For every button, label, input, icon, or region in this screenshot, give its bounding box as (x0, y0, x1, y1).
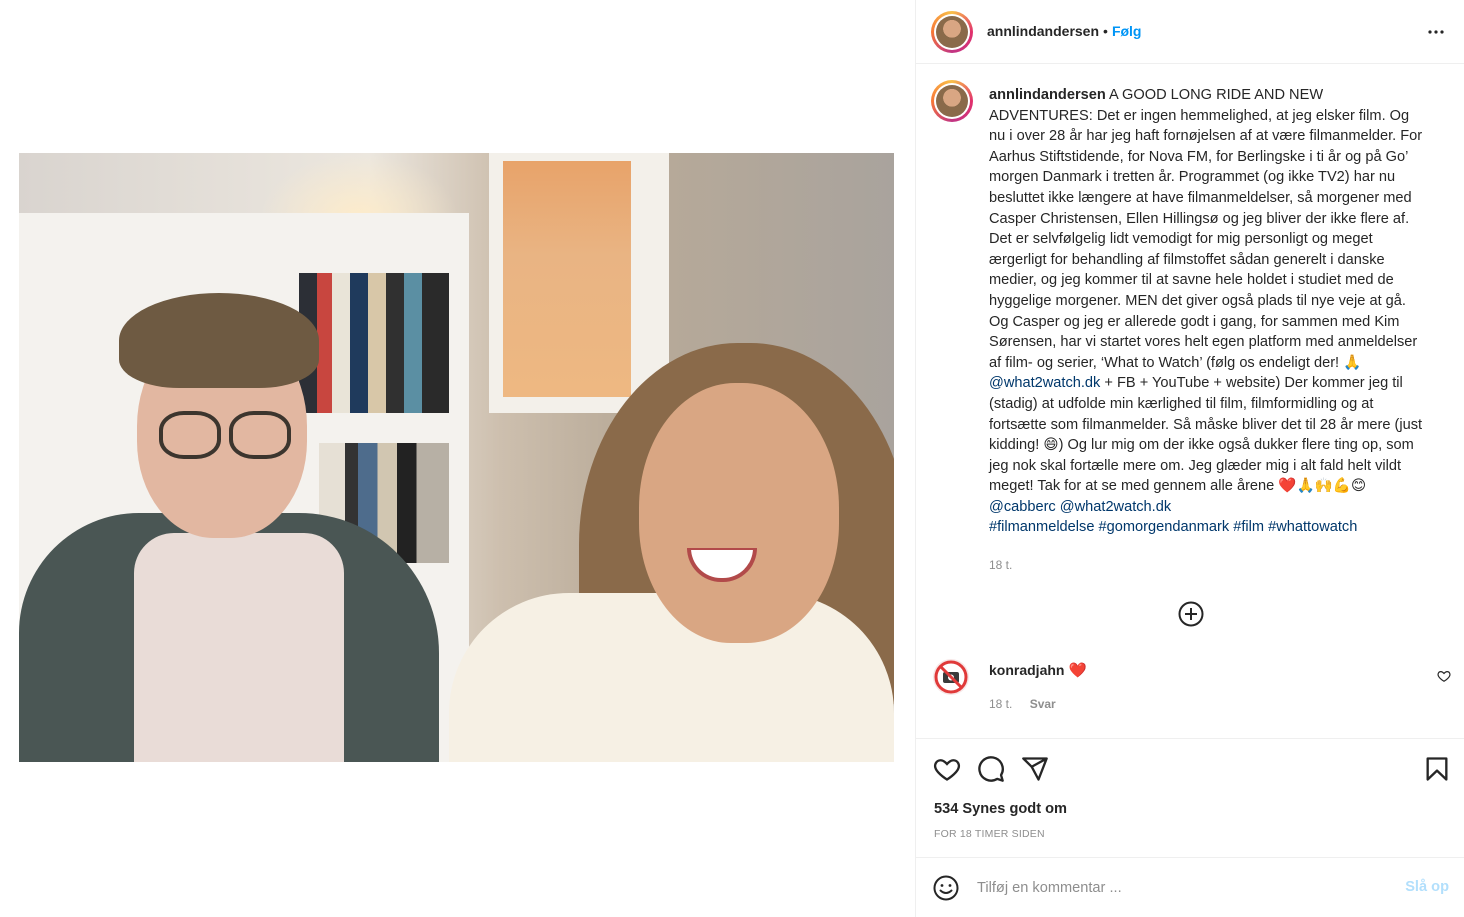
more-options-icon[interactable] (1427, 22, 1445, 42)
comment-meta: 18 t. Svar (989, 697, 1070, 711)
post-actions: 534 Synes godt om FOR 18 TIMER SIDEN (916, 738, 1464, 858)
caption-paragraph-1: Det er ingen hemmelighed, at jeg elsker … (989, 107, 1423, 371)
smiley-icon[interactable] (933, 875, 959, 901)
commenter-avatar[interactable] (933, 659, 969, 695)
caption-area: annlindandersen A GOOD LONG RIDE AND NEW… (916, 65, 1464, 738)
photo-man-tshirt (134, 533, 344, 762)
hashtag-link[interactable]: #filmanmeldelse (989, 519, 1094, 535)
commenter-username[interactable]: konradjahn (989, 662, 1064, 678)
photo-man-glasses-left (159, 411, 221, 459)
photo-poster (489, 153, 669, 413)
photo-books (299, 273, 449, 413)
comment-time: 18 t. (989, 697, 1013, 711)
author-avatar[interactable] (931, 11, 973, 53)
hashtag-link[interactable]: #film (1233, 519, 1264, 535)
caption-username[interactable]: annlindandersen (989, 87, 1106, 103)
post-header: annlindandersen • Følg (916, 0, 1464, 64)
bookmark-icon[interactable] (1423, 755, 1451, 783)
caption-text: annlindandersen A GOOD LONG RIDE AND NEW… (989, 85, 1429, 538)
hashtag-link[interactable]: #whattowatch (1268, 519, 1357, 535)
mention-what2watch-2[interactable]: @what2watch.dk (1060, 499, 1171, 515)
photo-woman-shirt (449, 593, 894, 762)
comment-item: konradjahn ❤️ 18 t. Svar (916, 655, 1464, 725)
media-pane (0, 0, 915, 917)
post-sidebar: annlindandersen • Følg annlindandersen A… (915, 0, 1464, 917)
reply-button[interactable]: Svar (1030, 697, 1056, 711)
caption-timestamp: 18 t. (989, 558, 1013, 572)
comment-text: ❤️ (1068, 663, 1087, 679)
photo-man-glasses-right (229, 411, 291, 459)
photo-woman-face (639, 383, 839, 643)
comment-composer: Slå op (916, 857, 1464, 917)
header-author-line: annlindandersen • Følg (987, 23, 1141, 39)
caption-paragraph-2: + FB + YouTube + website) Der kommer jeg… (989, 375, 1423, 495)
hashtag-link[interactable]: #gomorgendanmark (1099, 519, 1230, 535)
mention-what2watch[interactable]: @what2watch.dk (989, 375, 1100, 391)
author-username[interactable]: annlindandersen (987, 23, 1099, 39)
camera-blocked-icon (934, 660, 968, 694)
mention-cabberc[interactable]: @cabberc (989, 499, 1056, 515)
comment-bubble-icon[interactable] (977, 755, 1005, 783)
likes-count[interactable]: 534 Synes godt om (934, 801, 1067, 817)
heart-icon[interactable] (933, 755, 961, 783)
plus-circle-icon[interactable] (1178, 601, 1204, 627)
post-comment-button[interactable]: Slå op (1405, 879, 1449, 895)
comment-input[interactable] (977, 876, 1377, 900)
paper-plane-icon[interactable] (1021, 755, 1049, 783)
follow-button[interactable]: Følg (1112, 23, 1142, 39)
post-time-ago: FOR 18 TIMER SIDEN (934, 828, 1045, 840)
heart-icon[interactable] (1437, 669, 1451, 683)
comment-body: konradjahn ❤️ (989, 661, 1087, 679)
post-photo[interactable] (19, 153, 894, 762)
header-separator: • (1103, 23, 1108, 39)
photo-man-hair (119, 293, 319, 388)
caption-author-avatar[interactable] (931, 80, 973, 122)
